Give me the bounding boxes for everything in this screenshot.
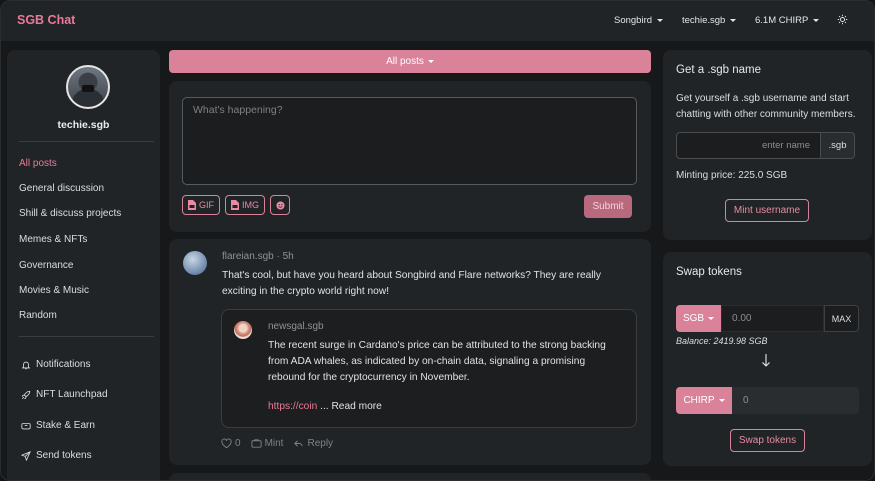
network-label: Songbird [614, 15, 653, 26]
meta-separator: · [276, 251, 280, 262]
mint-username-button[interactable]: Mint username [725, 199, 809, 222]
image-label: IMG [242, 200, 259, 210]
card-title: Get a .sgb name [676, 64, 762, 76]
sidebar-item-movies-music[interactable]: Movies & Music [19, 285, 89, 296]
divider [19, 141, 154, 142]
ellipsis: ... [317, 401, 332, 412]
like-button[interactable]: 0 [221, 438, 241, 449]
to-amount-input[interactable] [732, 387, 859, 414]
arrow-down-icon [762, 354, 770, 367]
chevron-down-icon [427, 60, 434, 63]
swap-tokens-button[interactable]: Swap tokens [730, 429, 805, 452]
avatar[interactable] [66, 65, 110, 109]
sidebar-item-label: Stake & Earn [36, 420, 95, 431]
chevron-down-icon [708, 317, 715, 320]
post-input[interactable] [182, 97, 637, 185]
mint-label: Mint [264, 438, 284, 449]
account-label: techie.sgb [682, 15, 726, 26]
card-description: Get yourself a .sgb username and start c… [676, 93, 856, 120]
reply-button[interactable]: Reply [293, 438, 333, 449]
theme-toggle[interactable] [837, 14, 848, 25]
post-actions: 0 Mint Reply [221, 438, 333, 449]
post-composer: GIF IMG Submit [169, 81, 651, 232]
profile-name[interactable]: techie.sgb [7, 119, 160, 131]
gif-label: GIF [199, 200, 214, 210]
quoted-body: The recent surge in Cardano's price can … [268, 340, 606, 383]
mint-button[interactable]: Mint [251, 438, 284, 449]
network-dropdown[interactable]: Songbird [614, 15, 664, 26]
post-card: flareian.sgb · 5h That's cool, but have … [169, 239, 651, 465]
avatar[interactable] [234, 321, 252, 339]
balance-label: 6.1M CHIRP [755, 15, 809, 26]
quoted-post[interactable]: newsgal.sgb The recent surge in Cardano'… [221, 309, 637, 428]
reply-label: Reply [307, 438, 334, 449]
send-icon [21, 450, 31, 461]
token-balance: Balance: 2419.98 SGB [676, 336, 768, 346]
name-suffix: .sgb [821, 132, 855, 159]
sidebar-item-general-discussion[interactable]: General discussion [19, 183, 104, 194]
sidebar-item-memes-nfts[interactable]: Memes & NFTs [19, 234, 87, 245]
card-title: Swap tokens [676, 266, 742, 278]
chevron-down-icon [730, 19, 737, 22]
post-card [169, 473, 651, 480]
reply-icon [294, 440, 304, 447]
file-gif-icon [188, 200, 196, 210]
quoted-link-row: https://coin ... Read more [268, 401, 382, 412]
brand-logo[interactable]: SGB Chat [17, 13, 75, 27]
max-button[interactable]: MAX [824, 305, 859, 332]
read-more-link[interactable]: Read more [331, 401, 381, 412]
post-body: That's cool, but have you heard about So… [222, 270, 601, 297]
bell-icon [21, 361, 31, 369]
post-meta: flareian.sgb · 5h [222, 251, 294, 262]
from-token-label: SGB [682, 313, 705, 324]
minting-price: Minting price: 225.0 SGB [676, 170, 788, 181]
post-time: 5h [282, 251, 294, 262]
avatar[interactable] [183, 251, 207, 275]
sun-icon [837, 14, 848, 25]
account-dropdown[interactable]: techie.sgb [682, 15, 737, 26]
rocket-icon [21, 390, 31, 399]
sidebar-item-label: Notifications [36, 359, 91, 370]
to-token-label: CHIRP [683, 395, 715, 406]
sidebar-item-stake-earn[interactable]: Stake & Earn [21, 420, 95, 431]
from-amount-input[interactable] [721, 305, 824, 332]
feed-filter-label: All posts [386, 56, 424, 67]
feed-filter-dropdown[interactable]: All posts [169, 50, 651, 73]
gif-button[interactable]: GIF [182, 195, 220, 215]
sidebar-item-governance[interactable]: Governance [19, 260, 73, 271]
username-input[interactable] [676, 132, 821, 159]
to-token-dropdown[interactable]: CHIRP [676, 387, 732, 414]
sidebar-item-notifications[interactable]: Notifications [21, 359, 90, 370]
balance-dropdown[interactable]: 6.1M CHIRP [755, 15, 820, 26]
piggy-bank-icon [21, 422, 31, 429]
submit-button[interactable]: Submit [584, 195, 632, 218]
wallet-icon [251, 439, 262, 448]
swap-tokens-card: Swap tokens SGB MAX Balance: 2419.98 SGB… [663, 252, 872, 466]
file-image-icon [231, 200, 239, 210]
sidebar-item-label: NFT Launchpad [36, 389, 108, 400]
chevron-down-icon [657, 19, 664, 22]
sidebar-item-all-posts[interactable]: All posts [19, 158, 57, 169]
quoted-author[interactable]: newsgal.sgb [268, 321, 324, 332]
post-author[interactable]: flareian.sgb [222, 251, 274, 262]
sidebar-item-send-tokens[interactable]: Send tokens [21, 450, 92, 461]
chevron-down-icon [718, 399, 725, 402]
sidebar-item-shill-discuss[interactable]: Shill & discuss projects [19, 208, 121, 219]
top-navbar: SGB Chat Songbird techie.sgb 6.1M CHIRP [1, 1, 874, 41]
like-count: 0 [235, 438, 241, 449]
left-sidebar: techie.sgb All posts General discussion … [7, 50, 160, 480]
sidebar-item-random[interactable]: Random [19, 310, 57, 321]
from-token-dropdown[interactable]: SGB [676, 305, 721, 332]
quoted-link[interactable]: https://coin [268, 401, 317, 412]
emoji-button[interactable] [270, 195, 290, 215]
chevron-down-icon [813, 19, 820, 22]
app-window: SGB Chat Songbird techie.sgb 6.1M CHIRP … [0, 0, 875, 481]
divider [19, 336, 154, 337]
sidebar-item-label: Send tokens [36, 450, 92, 461]
emoji-icon [275, 200, 285, 210]
heart-icon [221, 438, 232, 449]
image-button[interactable]: IMG [225, 195, 265, 215]
sidebar-item-nft-launchpad[interactable]: NFT Launchpad [21, 389, 108, 400]
get-name-card: Get a .sgb name Get yourself a .sgb user… [663, 50, 872, 240]
